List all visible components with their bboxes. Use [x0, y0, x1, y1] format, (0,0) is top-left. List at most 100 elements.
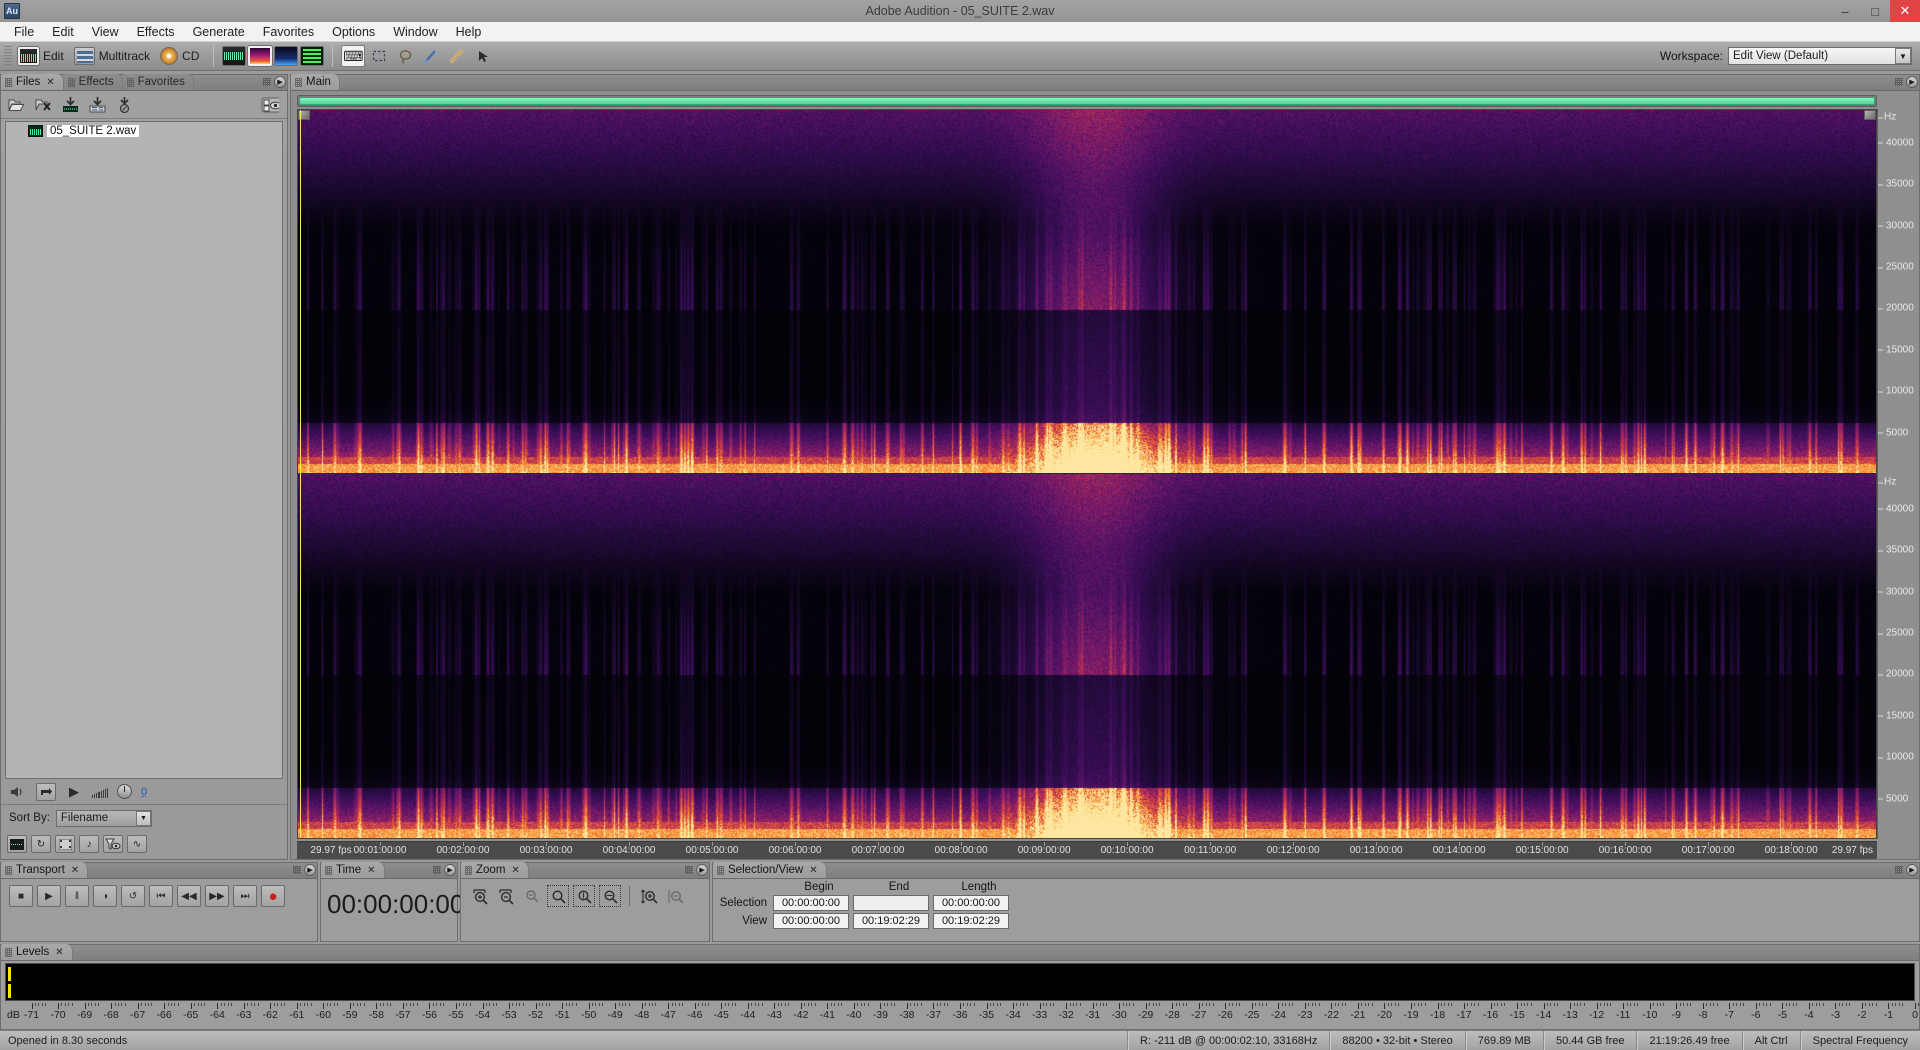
- tab-levels[interactable]: Levels ✕: [1, 944, 73, 960]
- view-length-field[interactable]: 00:19:02:29: [933, 913, 1009, 929]
- show-loops-icon[interactable]: ↻: [31, 835, 51, 853]
- volume-knob-icon[interactable]: [117, 784, 132, 799]
- spectral-phase-view-button[interactable]: [300, 46, 325, 66]
- menu-item-window[interactable]: Window: [384, 23, 446, 41]
- paintbrush-selection-tool-icon[interactable]: [419, 45, 443, 67]
- menu-item-generate[interactable]: Generate: [184, 23, 254, 41]
- show-hide-columns-icon[interactable]: [261, 96, 279, 114]
- time-selection-tool-icon[interactable]: ⌨: [341, 45, 366, 67]
- zoom-out-amplitude-icon[interactable]: [495, 885, 517, 907]
- menu-item-file[interactable]: File: [5, 23, 43, 41]
- status-cell-0[interactable]: R: -211 dB @ 00:00:02:10, 33168Hz: [1127, 1030, 1329, 1050]
- tab-selection-view[interactable]: Selection/View ✕: [713, 862, 827, 878]
- menu-item-view[interactable]: View: [83, 23, 128, 41]
- status-cell-1[interactable]: 88200 • 32-bit • Stereo: [1329, 1030, 1464, 1050]
- panel-menu-icon[interactable]: ▶: [1906, 76, 1918, 88]
- status-cell-4[interactable]: 21:19:26.49 free: [1636, 1030, 1741, 1050]
- show-audio-files-icon[interactable]: [7, 835, 27, 853]
- mode-button-edit[interactable]: Edit: [15, 44, 71, 68]
- time-readout[interactable]: 00:00:00:00: [321, 879, 464, 920]
- tab-effects[interactable]: Effects: [63, 74, 123, 90]
- maximize-button[interactable]: □: [1860, 0, 1890, 22]
- panel-menu-icon[interactable]: ▶: [696, 864, 708, 876]
- workspace-dropdown[interactable]: Edit View (Default) ▼: [1728, 47, 1912, 65]
- spot-healing-brush-tool-icon[interactable]: [445, 45, 469, 67]
- close-file-icon[interactable]: [34, 96, 52, 114]
- selection-end-field[interactable]: [853, 895, 929, 911]
- close-icon[interactable]: ✕: [809, 865, 817, 876]
- main-panel-menu[interactable]: ▶: [1895, 76, 1918, 88]
- selection-length-field[interactable]: 00:00:00:00: [933, 895, 1009, 911]
- mode-button-multitrack[interactable]: Multitrack: [71, 44, 157, 68]
- timeline-ruler[interactable]: 29.97 fps 00:01:00:00 00:02:00:00 00:03:00:…: [297, 841, 1877, 859]
- spectral-pan-view-button[interactable]: [274, 46, 299, 66]
- levels-meter[interactable]: [5, 963, 1915, 1001]
- view-begin-field[interactable]: 00:00:00:00: [773, 913, 849, 929]
- panel-menu-icon[interactable]: ▶: [1906, 864, 1918, 876]
- sort-by-dropdown[interactable]: Filename ▼: [55, 809, 152, 827]
- close-icon[interactable]: ✕: [71, 865, 79, 876]
- view-end-field[interactable]: 00:19:02:29: [853, 913, 929, 929]
- frequency-axis[interactable]: Hz Hz 40000 40000 35000 35000 30000 30000 25000 2…: [1877, 109, 1919, 839]
- spectral-frequency-view-button[interactable]: [248, 46, 273, 66]
- panel-menu-icon[interactable]: ▶: [274, 76, 286, 88]
- menu-item-effects[interactable]: Effects: [128, 23, 184, 41]
- show-video-files-icon[interactable]: [55, 835, 75, 853]
- close-button[interactable]: ✕: [1890, 0, 1920, 22]
- zoom-out-vertically-icon[interactable]: [664, 885, 686, 907]
- status-cell-3[interactable]: 50.44 GB free: [1542, 1030, 1637, 1050]
- pause-button[interactable]: ‖: [65, 885, 89, 907]
- status-cell-6[interactable]: Spectral Frequency: [1799, 1030, 1920, 1050]
- play-button[interactable]: ▶: [37, 885, 61, 907]
- minimize-button[interactable]: –: [1830, 0, 1860, 22]
- play-from-cursor-to-end-button[interactable]: ◑: [93, 885, 117, 907]
- panel-menu-icon[interactable]: ▶: [444, 864, 456, 876]
- lasso-selection-tool-icon[interactable]: [393, 45, 417, 67]
- tab-zoom[interactable]: Zoom ✕: [461, 862, 529, 878]
- move-tool-icon[interactable]: [471, 45, 495, 67]
- speaker-icon[interactable]: [9, 783, 27, 801]
- playhead-marker[interactable]: [300, 110, 301, 838]
- fast-forward-button[interactable]: ▶▶: [205, 885, 229, 907]
- zoom-in-to-right-edge-icon[interactable]: [599, 885, 621, 907]
- status-cell-2[interactable]: 769.89 MB: [1464, 1030, 1543, 1050]
- play-icon[interactable]: ▶: [65, 783, 83, 801]
- toolbar-grip[interactable]: [4, 46, 12, 66]
- record-button[interactable]: ●: [261, 885, 285, 907]
- marquee-selection-tool-icon[interactable]: [367, 45, 391, 67]
- tab-main[interactable]: Main: [291, 74, 340, 90]
- spectrogram-channel-left[interactable]: [298, 110, 1876, 474]
- filter-view-icon[interactable]: [103, 835, 123, 853]
- spectral-display[interactable]: [297, 109, 1877, 839]
- open-file-icon[interactable]: [7, 96, 25, 114]
- status-cell-5[interactable]: Alt Ctrl: [1741, 1030, 1800, 1050]
- zoom-panel-menu[interactable]: ▶: [685, 864, 708, 876]
- menu-item-help[interactable]: Help: [447, 23, 491, 41]
- close-icon[interactable]: ✕: [55, 947, 63, 958]
- zoom-out-full-icon[interactable]: [521, 885, 543, 907]
- preview-volume-value[interactable]: 0: [141, 786, 147, 798]
- zoom-in-vertically-icon[interactable]: [638, 885, 660, 907]
- zoom-in-amplitude-icon[interactable]: [469, 885, 491, 907]
- selection-view-panel-menu[interactable]: ▶: [1895, 864, 1918, 876]
- menu-item-favorites[interactable]: Favorites: [254, 23, 323, 41]
- show-midi-files-icon[interactable]: ♪: [79, 835, 99, 853]
- selection-begin-field[interactable]: 00:00:00:00: [773, 895, 849, 911]
- files-list[interactable]: 05_SUITE 2.wav: [5, 121, 283, 779]
- menu-item-options[interactable]: Options: [323, 23, 384, 41]
- insert-into-multitrack-icon[interactable]: [61, 96, 79, 114]
- rewind-button[interactable]: ◀◀: [177, 885, 201, 907]
- chevron-down-icon[interactable]: ▼: [1895, 48, 1911, 64]
- auto-play-icon[interactable]: [36, 782, 56, 801]
- chevron-down-icon[interactable]: ▼: [135, 810, 151, 826]
- tab-files[interactable]: Files ✕: [1, 74, 64, 90]
- files-panel-menu[interactable]: ▶: [263, 76, 286, 88]
- insert-into-playlist-icon[interactable]: [115, 96, 133, 114]
- panel-menu-icon[interactable]: ▶: [304, 864, 316, 876]
- stop-button[interactable]: ■: [9, 885, 33, 907]
- zoom-in-to-left-edge-icon[interactable]: [573, 885, 595, 907]
- horizontal-scrollbar[interactable]: [297, 95, 1877, 107]
- channel-handle-top-right[interactable]: [1864, 110, 1876, 120]
- tab-favorites[interactable]: Favorites: [122, 74, 194, 90]
- close-all-icon[interactable]: ∿: [127, 835, 147, 853]
